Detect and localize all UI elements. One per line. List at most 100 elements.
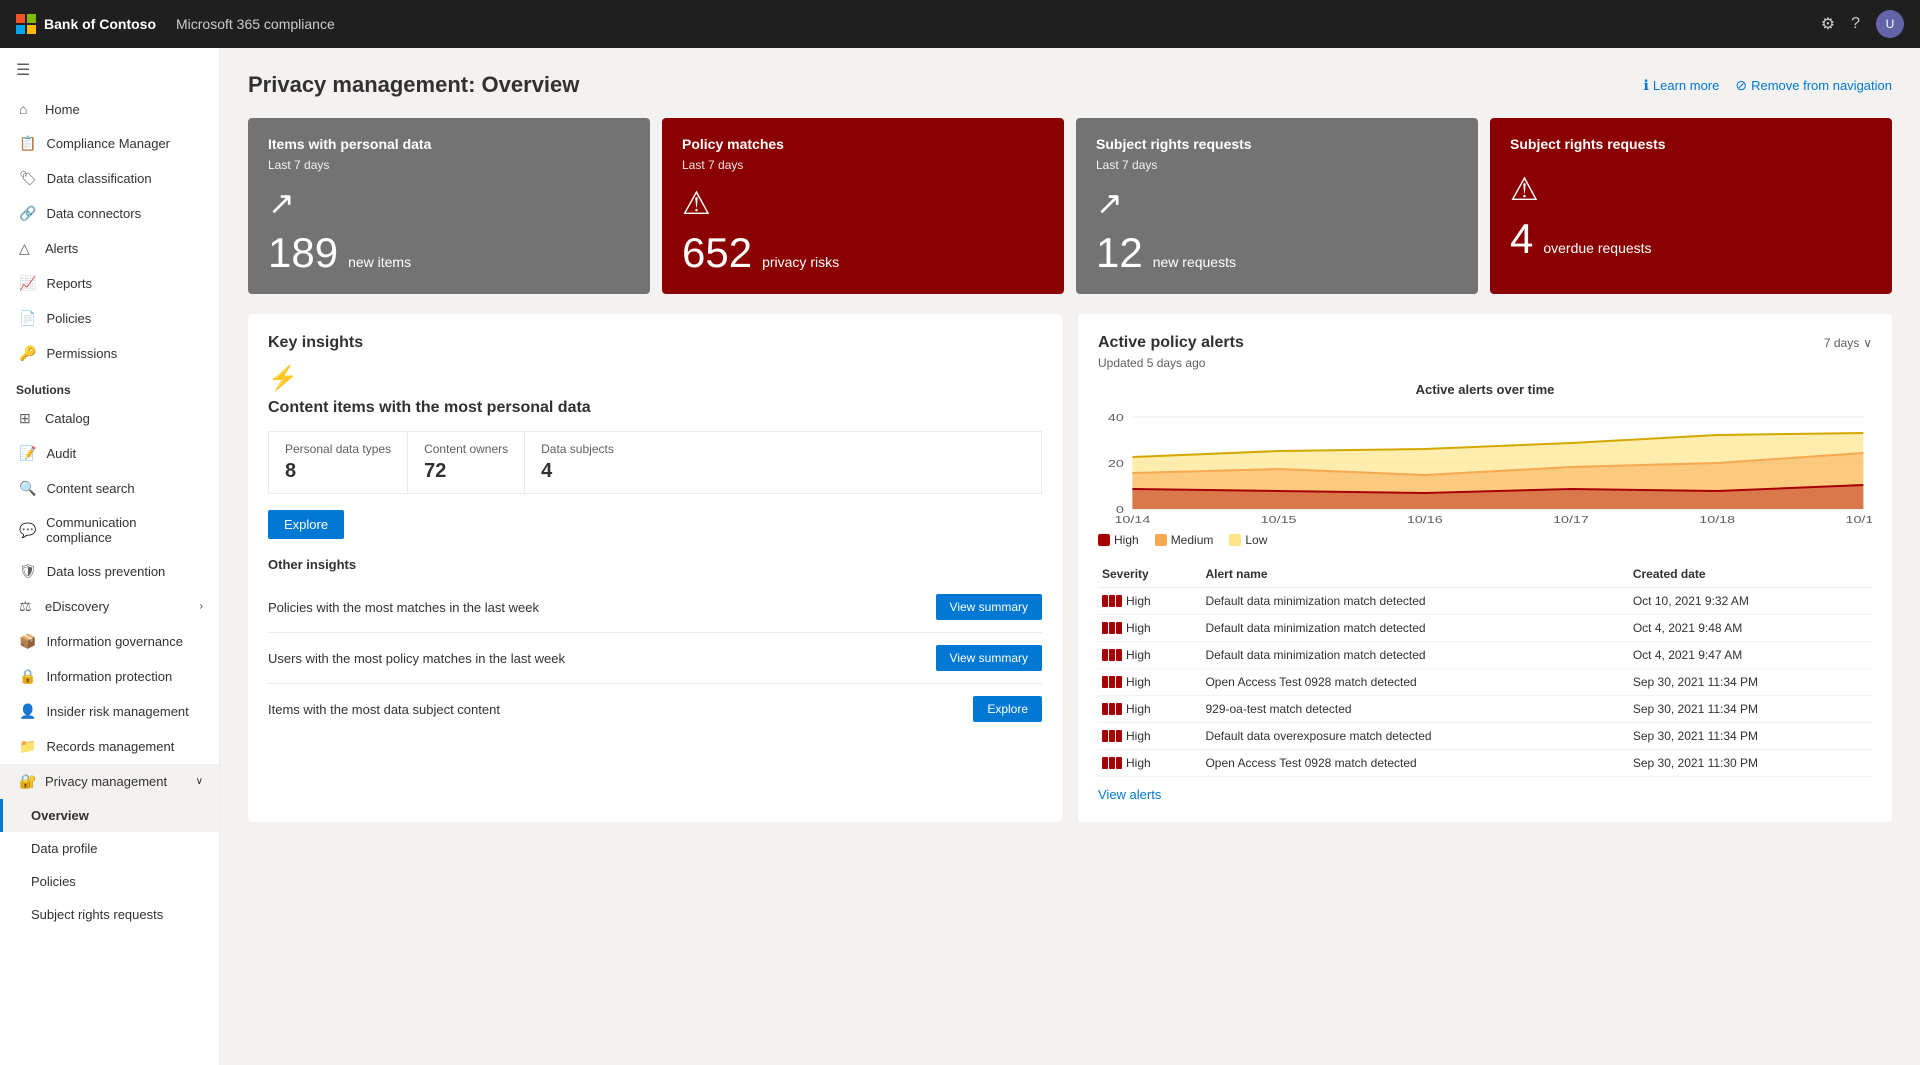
other-insights: Other insights Policies with the most ma… (268, 557, 1042, 734)
info-icon: ℹ (1644, 77, 1649, 94)
sidebar-item-content-search[interactable]: 🔍 Content search (0, 471, 219, 506)
stat-card-subtitle: Last 7 days (268, 158, 630, 172)
clipboard-icon: 📋 (19, 135, 36, 152)
alert-date-cell: Oct 4, 2021 9:47 AM (1629, 642, 1872, 669)
sidebar-item-info-governance[interactable]: 📦 Information governance (0, 624, 219, 659)
sev-bar-3 (1116, 649, 1122, 661)
help-icon[interactable]: ? (1851, 15, 1860, 33)
table-row[interactable]: High Open Access Test 0928 match detecte… (1098, 750, 1872, 777)
sidebar-item-subject-rights[interactable]: Subject rights requests (0, 898, 219, 931)
sev-bar-2 (1109, 703, 1115, 715)
alert-date-cell: Sep 30, 2021 11:34 PM (1629, 669, 1872, 696)
explore-button[interactable]: Explore (268, 510, 344, 539)
alert-date-cell: Sep 30, 2021 11:30 PM (1629, 750, 1872, 777)
stat-card-policy-matches[interactable]: Policy matches Last 7 days ⚠ 652 privacy… (662, 118, 1064, 294)
stat-label: Data subjects (541, 442, 614, 456)
sidebar-item-alerts[interactable]: △ Alerts (0, 231, 219, 266)
page-header: Privacy management: Overview ℹ Learn mor… (248, 72, 1892, 98)
sidebar-item-label: Information governance (46, 634, 183, 649)
sidebar-item-reports[interactable]: 📈 Reports (0, 266, 219, 301)
alert-name-cell: Default data minimization match detected (1201, 588, 1628, 615)
table-row[interactable]: High Default data minimization match det… (1098, 588, 1872, 615)
legend-high-dot (1098, 534, 1110, 546)
stat-card-subject-rights-overdue[interactable]: Subject rights requests ⚠ 4 overdue requ… (1490, 118, 1892, 294)
sidebar-sub-label: Overview (31, 808, 89, 823)
catalog-icon: ⊞ (19, 410, 35, 427)
avatar[interactable]: U (1876, 10, 1904, 38)
alert-date-cell: Oct 4, 2021 9:48 AM (1629, 615, 1872, 642)
search-icon: 🔍 (19, 480, 36, 497)
sidebar-item-policies-sub[interactable]: Policies (0, 865, 219, 898)
legend-medium-dot (1155, 534, 1167, 546)
remove-from-nav-link[interactable]: ⊘ Remove from navigation (1735, 77, 1892, 94)
sidebar-item-home[interactable]: ⌂ Home (0, 92, 219, 126)
sidebar-item-audit[interactable]: 📝 Audit (0, 436, 219, 471)
severity-label: High (1126, 675, 1151, 689)
severity-label: High (1126, 729, 1151, 743)
stat-value: 8 (285, 460, 391, 483)
severity-label: High (1126, 702, 1151, 716)
view-alerts-link[interactable]: View alerts (1098, 787, 1161, 802)
col-alert-name: Alert name (1201, 561, 1628, 588)
stat-card-subtitle: Last 7 days (1096, 158, 1458, 172)
topbar-icons: ⚙ ? U (1821, 10, 1904, 38)
sidebar-item-overview[interactable]: Overview (0, 799, 219, 832)
stat-card-number: 12 (1096, 232, 1143, 274)
chat-icon: 💬 (19, 522, 36, 539)
timerange-selector[interactable]: 7 days ∨ (1824, 336, 1872, 350)
sidebar-item-records[interactable]: 📁 Records management (0, 729, 219, 764)
sev-bar-1 (1102, 595, 1108, 607)
table-row[interactable]: High Default data minimization match det… (1098, 642, 1872, 669)
sev-bar-3 (1116, 757, 1122, 769)
table-row[interactable]: High Default data overexposure match det… (1098, 723, 1872, 750)
stat-label: Personal data types (285, 442, 391, 456)
topbar-org: Bank of Contoso (44, 16, 156, 32)
explore-button-2[interactable]: Explore (973, 696, 1042, 722)
sidebar-item-label: Communication compliance (46, 515, 203, 545)
sidebar-item-compliance-manager[interactable]: 📋 Compliance Manager (0, 126, 219, 161)
sidebar-item-dlp[interactable]: 🛡 Data loss prevention (0, 554, 219, 589)
reports-icon: 📈 (19, 275, 36, 292)
sidebar-item-info-protection[interactable]: 🔒 Information protection (0, 659, 219, 694)
sidebar-item-catalog[interactable]: ⊞ Catalog (0, 401, 219, 436)
severity-bars (1102, 649, 1122, 661)
sidebar-item-privacy-management[interactable]: 🔐 Privacy management ∨ (0, 764, 219, 799)
learn-more-link[interactable]: ℹ Learn more (1644, 77, 1720, 94)
sidebar-item-label: Data classification (47, 171, 152, 186)
sidebar-item-policies[interactable]: 📄 Policies (0, 301, 219, 336)
alert-name-cell: Default data minimization match detected (1201, 615, 1628, 642)
sidebar-item-permissions[interactable]: 🔑 Permissions (0, 336, 219, 371)
chevron-right-icon: › (200, 601, 203, 612)
chart-title: Active alerts over time (1098, 382, 1872, 397)
sidebar-item-communication-compliance[interactable]: 💬 Communication compliance (0, 506, 219, 554)
sidebar-item-data-classification[interactable]: 🏷 Data classification (0, 161, 219, 196)
sidebar-item-insider-risk[interactable]: 👤 Insider risk management (0, 694, 219, 729)
svg-text:10/15: 10/15 (1261, 514, 1297, 525)
stat-label: Content owners (424, 442, 508, 456)
stat-card-subject-rights-new[interactable]: Subject rights requests Last 7 days ↗ 12… (1076, 118, 1478, 294)
arrow-up-right-icon: ↗ (268, 184, 630, 222)
view-summary-button-0[interactable]: View summary (936, 594, 1042, 620)
stat-card-items-personal-data[interactable]: Items with personal data Last 7 days ↗ 1… (248, 118, 650, 294)
sidebar-item-label: Catalog (45, 411, 90, 426)
hamburger-button[interactable]: ☰ (0, 48, 219, 92)
table-row[interactable]: High Open Access Test 0928 match detecte… (1098, 669, 1872, 696)
table-row[interactable]: High 929-oa-test match detected Sep 30, … (1098, 696, 1872, 723)
alerts-panel: Active policy alerts 7 days ∨ Updated 5 … (1078, 314, 1892, 822)
stat-card-label: privacy risks (762, 254, 839, 270)
stat-card-title: Policy matches (682, 136, 1044, 152)
sidebar-item-data-profile[interactable]: Data profile (0, 832, 219, 865)
alert-name-cell: Open Access Test 0928 match detected (1201, 669, 1628, 696)
alert-date-cell: Sep 30, 2021 11:34 PM (1629, 723, 1872, 750)
insight-row-1: Users with the most policy matches in th… (268, 633, 1042, 684)
sev-bar-3 (1116, 703, 1122, 715)
tag-icon: 🏷 (19, 170, 37, 187)
settings-icon[interactable]: ⚙ (1821, 14, 1835, 34)
insider-icon: 👤 (19, 703, 36, 720)
svg-text:40: 40 (1108, 412, 1124, 423)
sidebar-item-data-connectors[interactable]: 🔗 Data connectors (0, 196, 219, 231)
table-row[interactable]: High Default data minimization match det… (1098, 615, 1872, 642)
view-summary-button-1[interactable]: View summary (936, 645, 1042, 671)
sidebar-item-ediscovery[interactable]: ⚖ eDiscovery › (0, 589, 219, 624)
severity-cell: High (1102, 594, 1197, 608)
